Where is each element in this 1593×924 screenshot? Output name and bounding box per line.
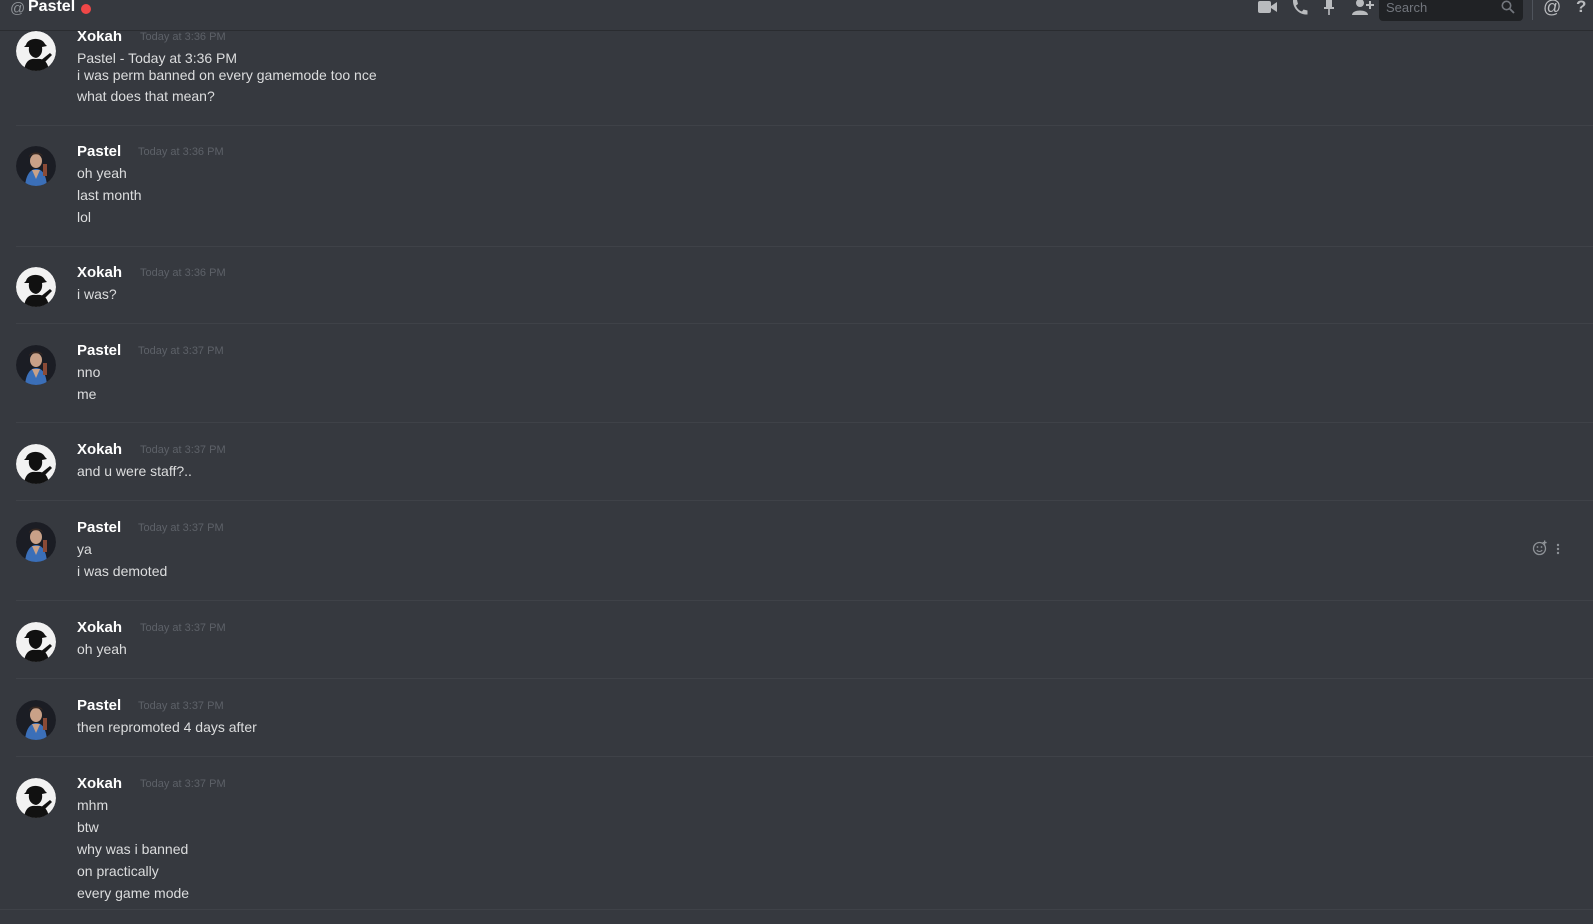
message-timestamp: Today at 3:37 PM bbox=[138, 522, 224, 534]
message-timestamp: Today at 3:37 PM bbox=[140, 778, 226, 790]
message-group: Xokah Today at 3:37 PM mhm btw why was i… bbox=[16, 778, 1593, 908]
message-text: mhm bbox=[77, 797, 109, 813]
message-actions bbox=[1532, 540, 1572, 558]
message-text: then repromoted 4 days after bbox=[77, 719, 257, 735]
message-timestamp: Today at 3:37 PM bbox=[138, 345, 224, 357]
message-text: what does that mean? bbox=[77, 88, 215, 104]
add-reaction-icon[interactable] bbox=[1532, 540, 1548, 561]
pastel-avatar[interactable] bbox=[16, 700, 56, 740]
message-text: ya bbox=[77, 541, 92, 557]
search-icon[interactable] bbox=[1501, 0, 1515, 19]
xokah-avatar[interactable] bbox=[16, 31, 56, 71]
message-timestamp: Today at 3:36 PM bbox=[140, 31, 226, 43]
pastel-avatar[interactable] bbox=[16, 146, 56, 186]
dm-at-icon: @ bbox=[10, 0, 26, 17]
message-text: lol bbox=[77, 209, 92, 225]
message-text: Pastel - Today at 3:36 PM bbox=[77, 50, 238, 66]
phone-icon[interactable] bbox=[1290, 0, 1312, 18]
message-timestamp: Today at 3:36 PM bbox=[140, 267, 226, 279]
message-group: Pastel Today at 3:37 PM then repromoted … bbox=[16, 697, 1593, 757]
message-author[interactable]: Xokah bbox=[77, 619, 122, 636]
xokah-avatar[interactable] bbox=[16, 778, 56, 818]
header-divider bbox=[1532, 0, 1533, 20]
message-text: and u were staff?.. bbox=[77, 463, 192, 479]
message-author[interactable]: Xokah bbox=[77, 31, 122, 45]
pin-icon[interactable] bbox=[1321, 0, 1343, 18]
message-author[interactable]: Xokah bbox=[77, 264, 122, 281]
message-text: why was i banned bbox=[77, 841, 189, 857]
message-text: nno bbox=[77, 364, 101, 380]
message-group: Xokah Today at 3:37 PM oh yeah bbox=[16, 619, 1593, 679]
message-group: Pastel Today at 3:37 PM ya i was demoted bbox=[16, 519, 1593, 601]
composer-area[interactable] bbox=[0, 909, 1593, 924]
message-text: oh yeah bbox=[77, 165, 127, 181]
mention-icon[interactable]: @ bbox=[1543, 0, 1561, 18]
status-indicator bbox=[81, 4, 91, 14]
message-list[interactable]: Xokah Today at 3:36 PM Pastel - Today at… bbox=[0, 31, 1593, 911]
message-author[interactable]: Pastel bbox=[77, 342, 121, 359]
video-icon[interactable] bbox=[1257, 0, 1279, 18]
channel-header: @ Pastel Search @ ? bbox=[0, 0, 1593, 31]
message-text: i was perm banned on every gamemode too … bbox=[77, 67, 377, 83]
pastel-avatar[interactable] bbox=[16, 345, 56, 385]
message-timestamp: Today at 3:37 PM bbox=[138, 700, 224, 712]
message-text: last month bbox=[77, 187, 142, 203]
message-text: on practically bbox=[77, 863, 159, 879]
message-author[interactable]: Xokah bbox=[77, 778, 122, 792]
message-timestamp: Today at 3:37 PM bbox=[140, 444, 226, 456]
message-text: i was? bbox=[77, 286, 117, 302]
pastel-avatar[interactable] bbox=[16, 522, 56, 562]
more-options-icon[interactable] bbox=[1556, 542, 1560, 560]
message-text: me bbox=[77, 386, 97, 402]
message-text: i was demoted bbox=[77, 563, 168, 579]
message-group: Pastel Today at 3:37 PM nno me bbox=[16, 342, 1593, 423]
xokah-avatar[interactable] bbox=[16, 622, 56, 662]
message-timestamp: Today at 3:37 PM bbox=[140, 622, 226, 634]
message-timestamp: Today at 3:36 PM bbox=[138, 146, 224, 158]
message-group: Pastel Today at 3:36 PM oh yeah last mon… bbox=[16, 143, 1593, 247]
message-group: Xokah Today at 3:37 PM and u were staff?… bbox=[16, 441, 1593, 501]
message-group: Xokah Today at 3:36 PM Pastel - Today at… bbox=[16, 31, 1593, 126]
message-group: Xokah Today at 3:36 PM i was? bbox=[16, 264, 1593, 324]
xokah-avatar[interactable] bbox=[16, 267, 56, 307]
message-author[interactable]: Pastel bbox=[77, 143, 121, 160]
message-text: btw bbox=[77, 819, 99, 835]
message-author[interactable]: Pastel bbox=[77, 519, 121, 536]
add-friend-icon[interactable] bbox=[1351, 0, 1374, 18]
message-author[interactable]: Pastel bbox=[77, 697, 121, 714]
help-icon[interactable]: ? bbox=[1576, 0, 1586, 17]
xokah-avatar[interactable] bbox=[16, 444, 56, 484]
message-text: every game mode bbox=[77, 885, 190, 901]
search-input[interactable]: Search bbox=[1379, 0, 1523, 21]
message-text: oh yeah bbox=[77, 641, 127, 657]
message-author[interactable]: Xokah bbox=[77, 441, 122, 458]
search-placeholder: Search bbox=[1386, 0, 1428, 15]
channel-title[interactable]: Pastel bbox=[28, 0, 75, 16]
